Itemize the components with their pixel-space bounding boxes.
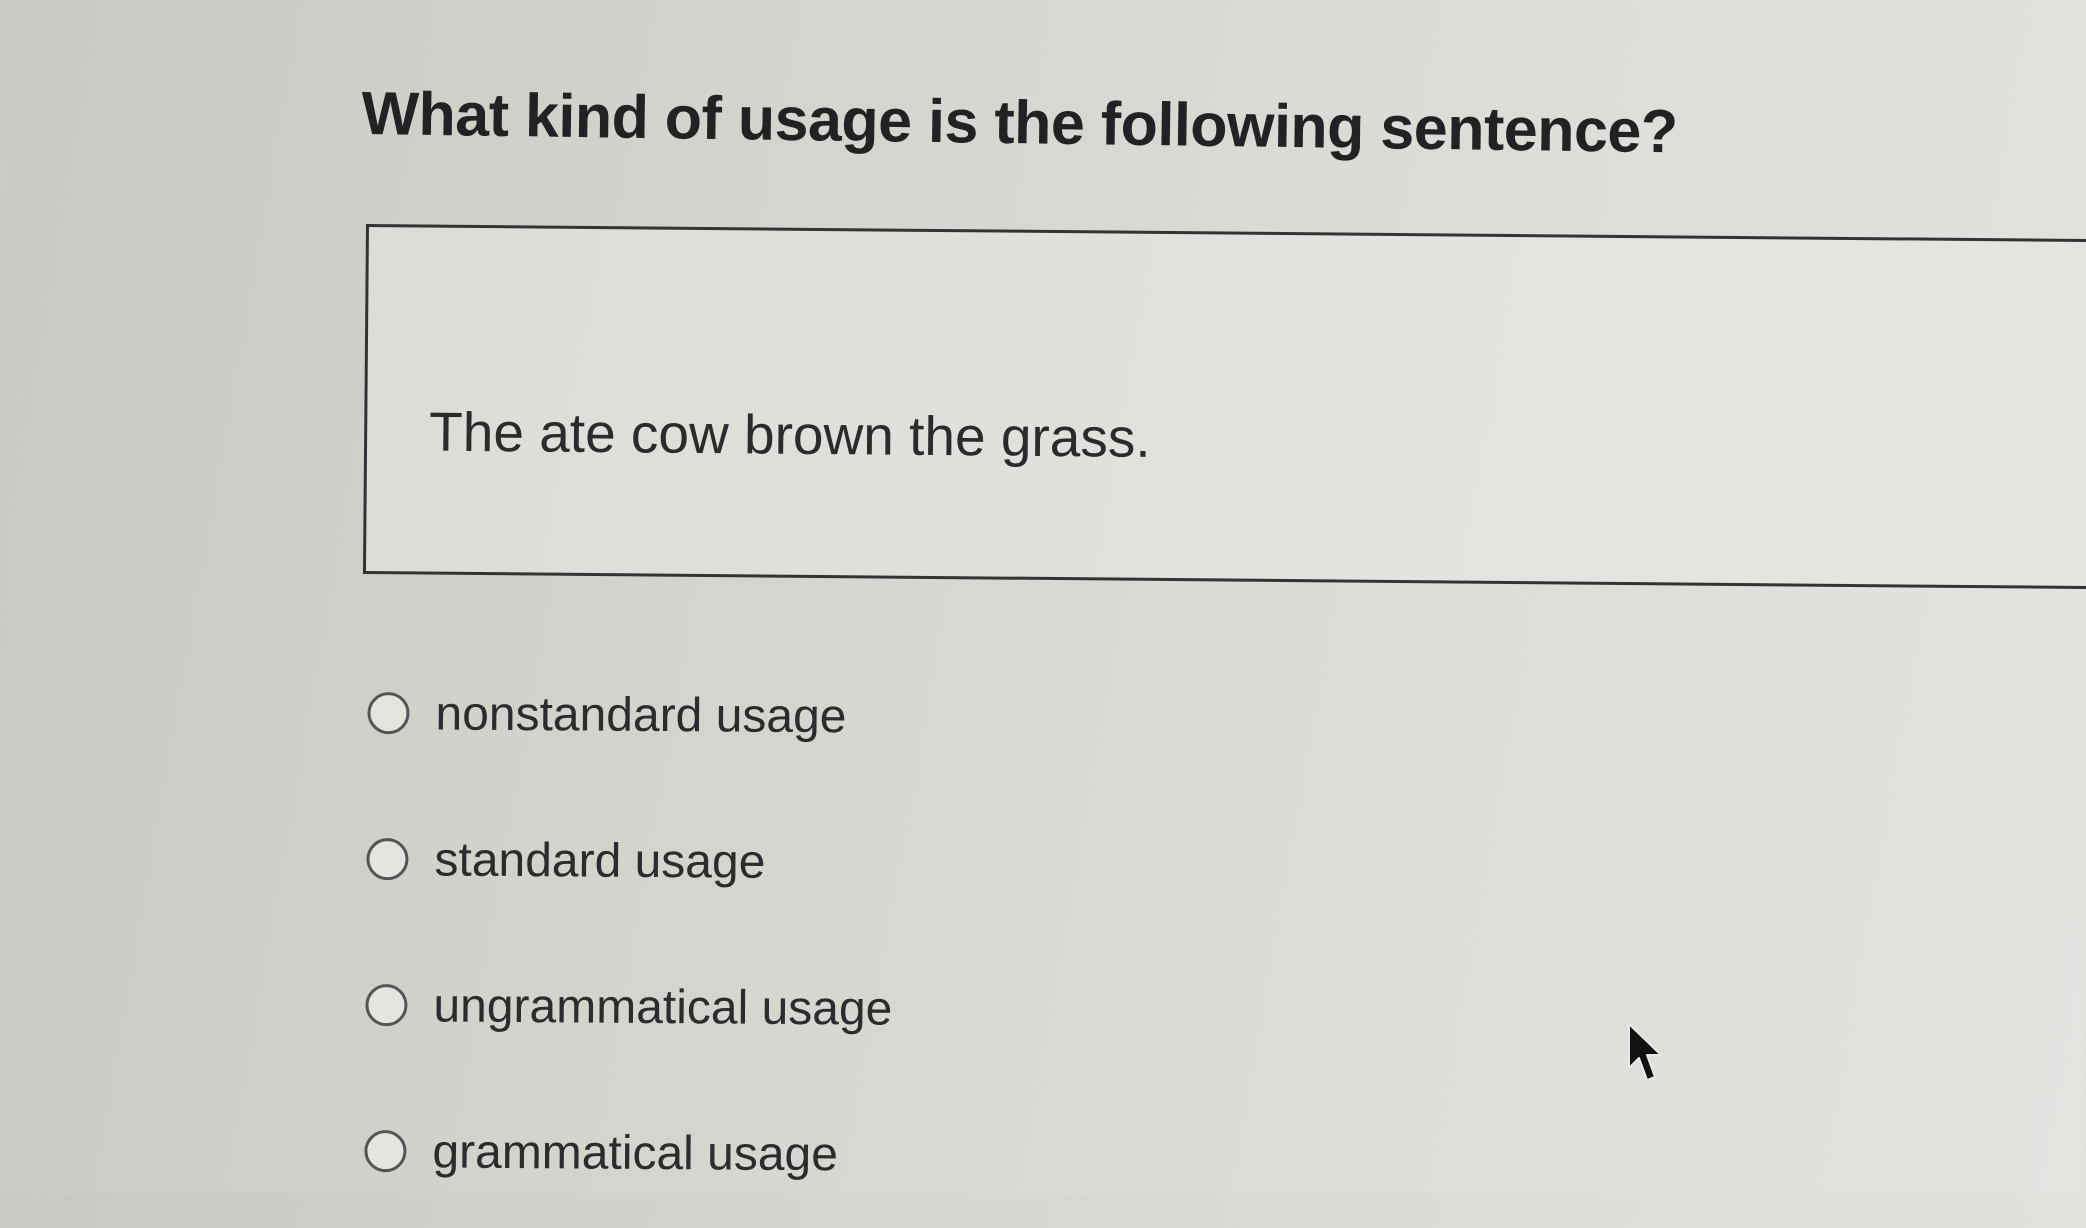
- option-label: nonstandard usage: [435, 686, 847, 743]
- option-label: standard usage: [434, 832, 766, 889]
- mouse-pointer-icon: [1628, 1023, 1662, 1081]
- answer-options: nonstandard usage standard usage ungramm…: [364, 640, 895, 1228]
- option-grammatical-usage[interactable]: grammatical usage: [364, 1078, 892, 1228]
- radio-button-icon[interactable]: [364, 1129, 407, 1173]
- option-label: ungrammatical usage: [433, 978, 893, 1036]
- option-ungrammatical-usage[interactable]: ungrammatical usage: [365, 932, 893, 1082]
- option-standard-usage[interactable]: standard usage: [366, 786, 894, 936]
- passage-sentence: The ate cow brown the grass.: [428, 400, 1151, 469]
- option-nonstandard-usage[interactable]: nonstandard usage: [367, 640, 895, 790]
- radio-button-icon[interactable]: [367, 691, 410, 735]
- radio-button-icon[interactable]: [366, 837, 409, 881]
- radio-button-icon[interactable]: [365, 983, 408, 1027]
- question-title: What kind of usage is the following sent…: [361, 78, 1679, 166]
- option-label: grammatical usage: [432, 1124, 839, 1181]
- passage-box: The ate cow brown the grass.: [362, 224, 2086, 590]
